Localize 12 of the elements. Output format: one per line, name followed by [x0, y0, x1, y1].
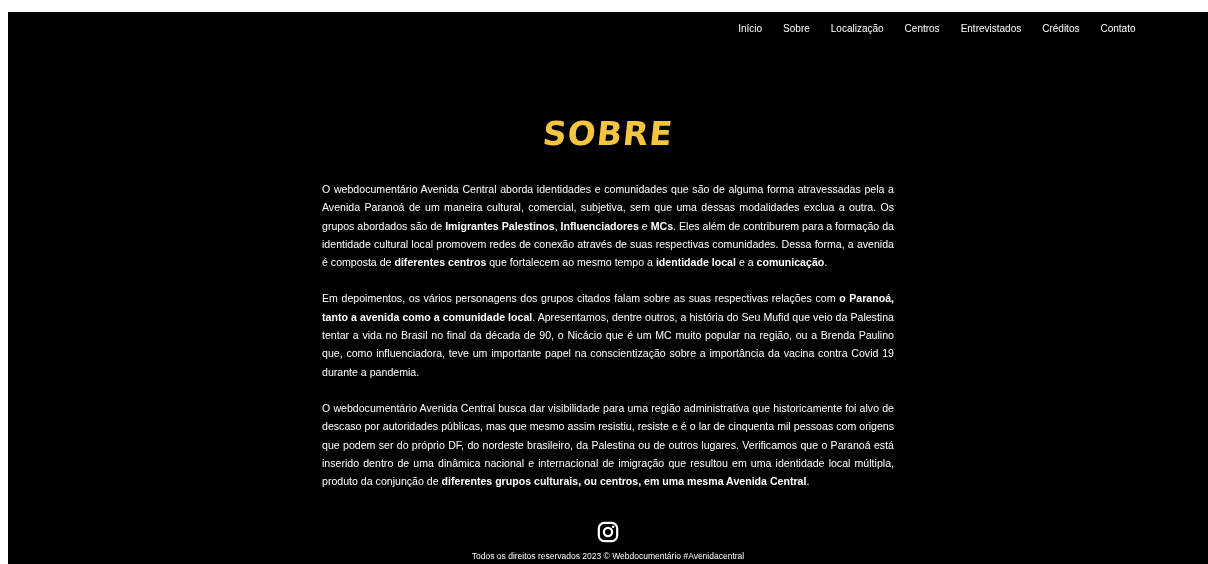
page-title: SOBRE — [540, 114, 676, 154]
nav-link[interactable]: Sobre — [772, 23, 821, 48]
nav-link[interactable]: Localização — [820, 23, 895, 48]
nav-link[interactable]: Entrevistados — [950, 23, 1032, 48]
nav-link[interactable]: Início — [727, 23, 773, 48]
nav-link[interactable]: Créditos — [1031, 23, 1090, 48]
body-paragraph: O webdocumentário Avenida Central aborda identidades e comunidades que são de alguma forma atravessadas pela a Avenida Paranoá de um maneira cultural, comercial, subjetiva, sem que uma dessas modalidades exclua a outra. Os grupos abordados são de Imigrantes Palestinos, Influenciadores e MCs. Eles além de contriburem para a formação da identidade cultural local promovem redes de conexão através de suas respectivas comunidades. Dessa forma, a avenida é composta de diferentes centros que fortalecem ao mesmo tempo a identidade local e a comunicação. — [322, 182, 894, 271]
body-paragraph: O webdocumentário Avenida Central busca dar visibilidade para uma região administrativa que historicamente foi alvo de descaso por autoridades públicas, mas que mesmo assim resistiu, resiste e é o lar de cinquenta mil pessoas com origens que podem ser do próprio DF, do nordeste brasileiro, da Palestina ou de outros lugares. Verificamos que o Paranoá está inserido dentro de uma dinâmica nacional e internacional de imigração que resultou em uma identidade local múltipla, produto da conjunção de diferentes grupos culturais, ou centros, em uma mesma Avenida Central. — [322, 400, 894, 490]
nav-link[interactable]: Contato — [1089, 23, 1146, 48]
nav-link[interactable]: Centros — [894, 23, 951, 48]
instagram-icon[interactable] — [597, 521, 619, 543]
copyright-text: Todos os direitos reservados 2023 © Webdocumentário #Avenidacentral — [471, 551, 745, 561]
